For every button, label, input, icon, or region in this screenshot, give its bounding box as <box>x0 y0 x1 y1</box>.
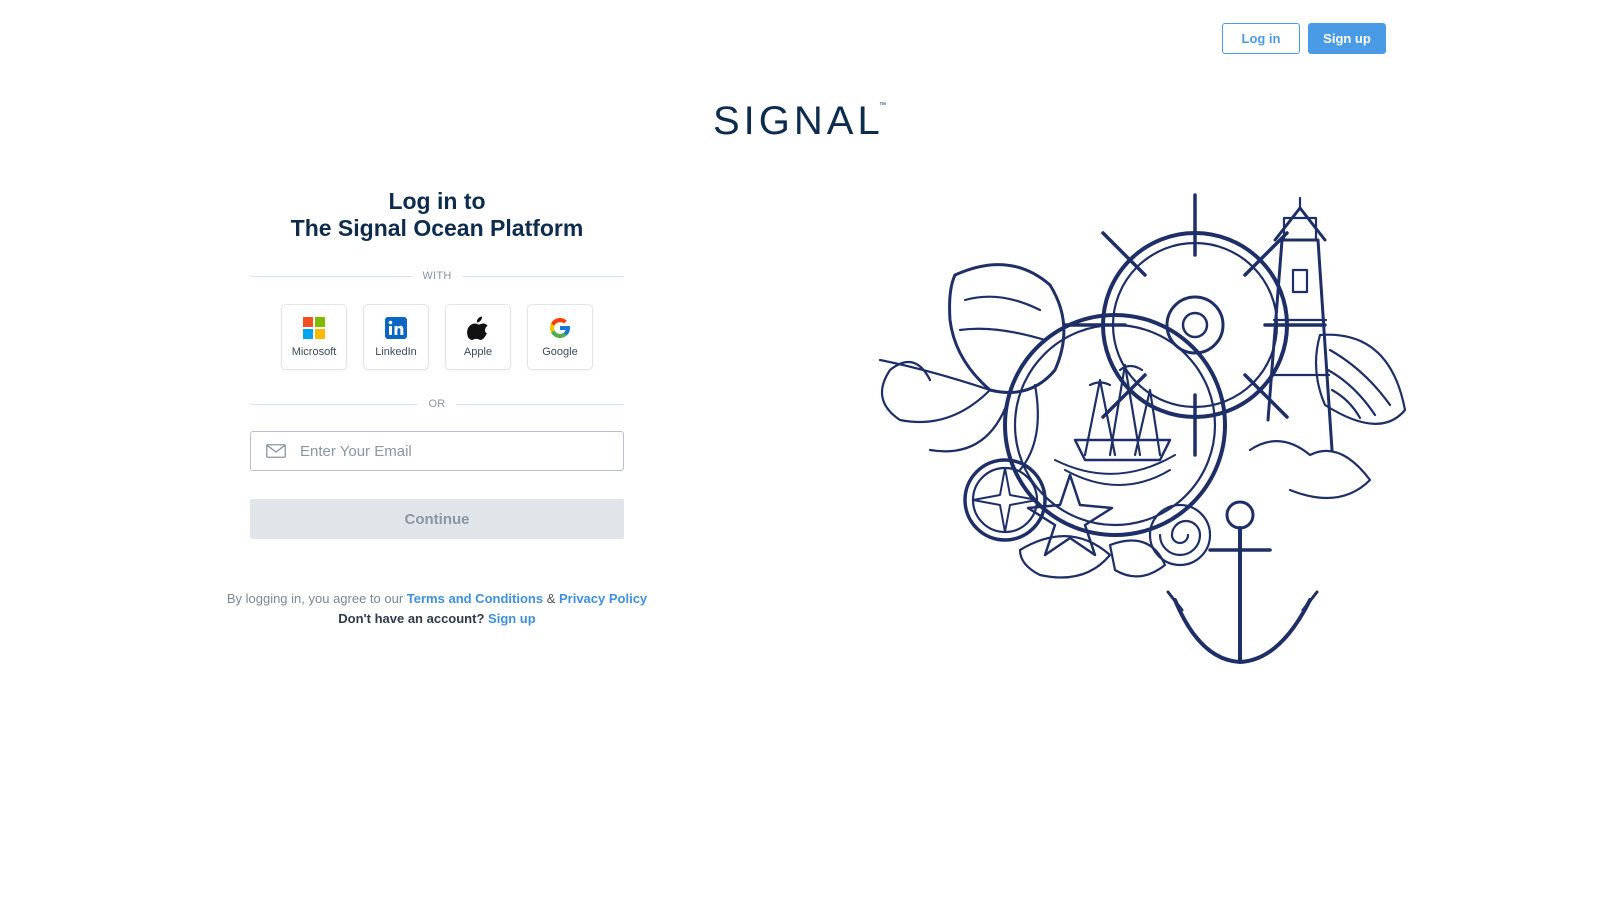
nautical-illustration <box>870 190 1410 680</box>
provider-label: LinkedIn <box>375 346 417 358</box>
title-line-1: Log in to <box>388 188 486 214</box>
provider-label: Google <box>542 346 578 358</box>
logo-text: SIGNAL <box>713 99 884 140</box>
header-login-button[interactable]: Log in <box>1222 23 1300 54</box>
divider-line <box>461 275 624 277</box>
linkedin-icon <box>384 316 408 340</box>
apple-icon <box>466 316 490 340</box>
apple-login-button[interactable]: Apple <box>445 304 511 370</box>
logo-trademark: ™ <box>879 102 886 109</box>
compass-icon <box>963 458 1047 542</box>
legal-notice: By logging in, you agree to our Terms an… <box>150 589 724 629</box>
microsoft-login-button[interactable]: Microsoft <box>281 304 347 370</box>
ampersand: & <box>546 591 556 606</box>
signal-logo: SIGNAL ™ <box>713 98 889 140</box>
email-field[interactable] <box>250 431 624 471</box>
continue-button[interactable]: Continue <box>250 499 624 539</box>
terms-link[interactable]: Terms and Conditions <box>407 591 543 606</box>
mail-icon <box>266 444 286 458</box>
signal-logo-mark: SIGNAL ™ <box>713 99 886 140</box>
with-divider-label: WITH <box>422 270 452 282</box>
nautical-illustration-art <box>878 193 1407 664</box>
google-login-button[interactable]: Google <box>527 304 593 370</box>
octopus-icon <box>878 263 1066 472</box>
page-title: Log in to The Signal Ocean Platform <box>250 188 624 242</box>
lighthouse-icon <box>1248 196 1372 500</box>
linkedin-login-button[interactable]: LinkedIn <box>363 304 429 370</box>
no-account-text: Don't have an account? <box>338 611 485 626</box>
provider-label: Apple <box>463 346 493 358</box>
or-divider-label: OR <box>428 398 446 410</box>
anchor-icon <box>1166 500 1319 664</box>
privacy-link[interactable]: Privacy Policy <box>559 591 647 606</box>
login-panel: Log in to The Signal Ocean Platform WITH… <box>250 188 625 539</box>
terms-prefix: By logging in, you agree to our <box>226 591 404 606</box>
microsoft-icon <box>302 316 326 340</box>
top-nav: Log in Sign up <box>1222 23 1386 54</box>
signup-line: Don't have an account? Sign up <box>150 609 724 629</box>
google-icon <box>548 316 572 340</box>
email-input[interactable] <box>300 442 600 460</box>
terms-line: By logging in, you agree to our Terms an… <box>150 589 724 609</box>
title-line-2: The Signal Ocean Platform <box>290 215 584 241</box>
divider-line <box>250 275 413 277</box>
divider-line <box>455 403 625 405</box>
sso-providers: Microsoft LinkedIn Apple Google <box>250 304 624 370</box>
with-divider: WITH <box>250 268 624 284</box>
header-signup-button[interactable]: Sign up <box>1308 23 1386 54</box>
provider-label: Microsoft <box>291 346 337 358</box>
divider-line <box>250 403 419 405</box>
or-divider: OR <box>250 396 625 412</box>
signup-link[interactable]: Sign up <box>488 611 536 626</box>
